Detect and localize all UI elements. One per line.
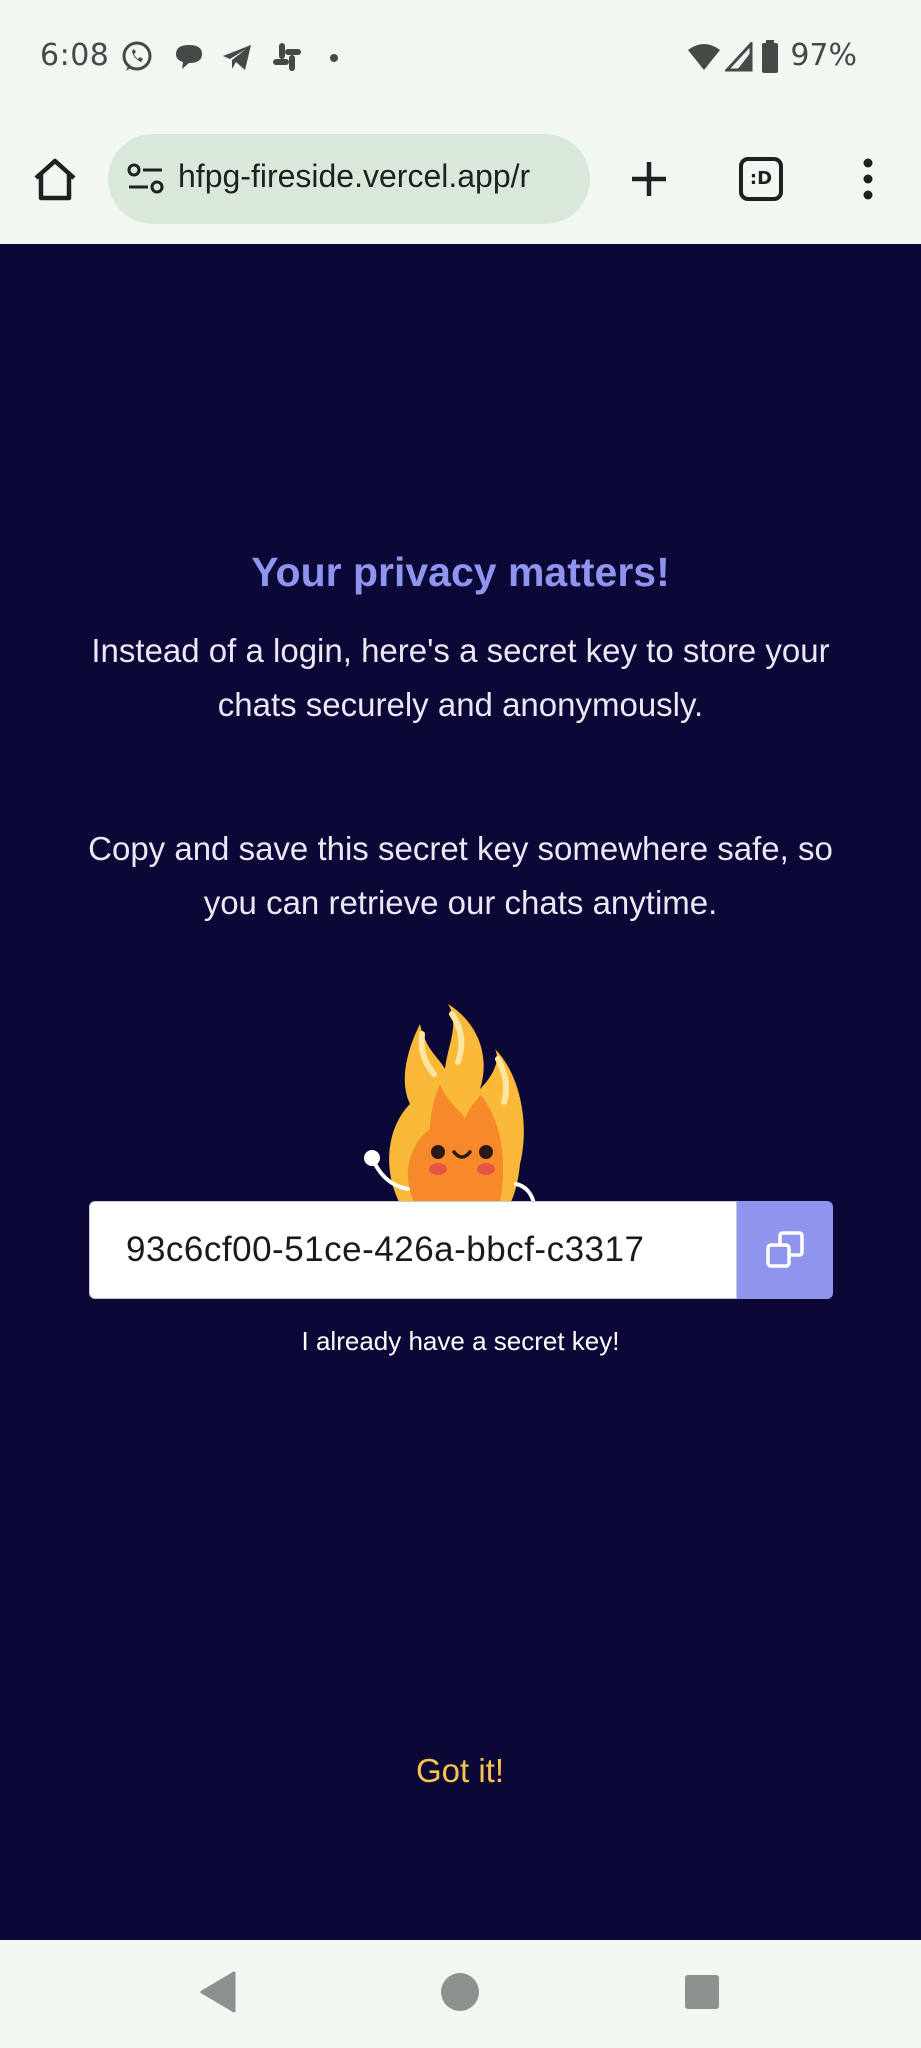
- fire-mascot-illustration: [364, 1004, 536, 1204]
- address-bar[interactable]: hfpg-fireside.vercel.app/r: [108, 134, 590, 224]
- tab-switcher-label: :D: [739, 157, 783, 201]
- whatsapp-icon: [122, 41, 152, 71]
- secret-key-row: [89, 1201, 833, 1299]
- telegram-icon: [223, 45, 251, 70]
- site-info-icon[interactable]: [126, 160, 166, 198]
- back-icon[interactable]: [198, 1970, 238, 2014]
- home-circle-icon[interactable]: [440, 1972, 480, 2012]
- cell-signal-icon: [725, 42, 753, 72]
- instruction-text: Copy and save this secret key somewhere …: [88, 830, 833, 921]
- tab-switcher-button[interactable]: :D: [736, 154, 784, 202]
- recents-icon[interactable]: [684, 1974, 720, 2010]
- url-text[interactable]: hfpg-fireside.vercel.app/r: [178, 158, 578, 195]
- home-icon: [34, 158, 76, 201]
- battery-icon: [762, 40, 778, 73]
- overflow-menu-button[interactable]: [848, 154, 888, 204]
- page-title: Your privacy matters!: [251, 549, 670, 595]
- intro-text: Instead of a login, here's a secret key …: [91, 632, 830, 723]
- home-button[interactable]: [30, 154, 80, 204]
- more-dot-icon: [330, 54, 338, 62]
- system-nav-bar: [0, 1940, 921, 2048]
- battery-percent: 97%: [790, 38, 857, 73]
- have-key-link[interactable]: I already have a secret key!: [0, 1326, 921, 1357]
- main-content: Your privacy matters! Instead of a login…: [0, 244, 921, 1940]
- browser-toolbar: hfpg-fireside.vercel.app/r :D: [0, 118, 921, 245]
- chat-bubble-icon: [176, 45, 202, 69]
- new-tab-button[interactable]: [624, 154, 674, 204]
- secret-key-field[interactable]: [89, 1201, 737, 1299]
- copy-icon: [766, 1231, 804, 1268]
- copy-key-button[interactable]: [737, 1201, 833, 1299]
- slack-icon: [273, 43, 301, 71]
- status-time: 6:08: [40, 38, 110, 73]
- status-bar: 6:08 97%: [0, 0, 921, 118]
- plus-icon: [632, 162, 666, 196]
- wifi-icon: [688, 44, 720, 70]
- got-it-button[interactable]: Got it!: [360, 1752, 560, 1790]
- more-vert-icon: [863, 158, 873, 200]
